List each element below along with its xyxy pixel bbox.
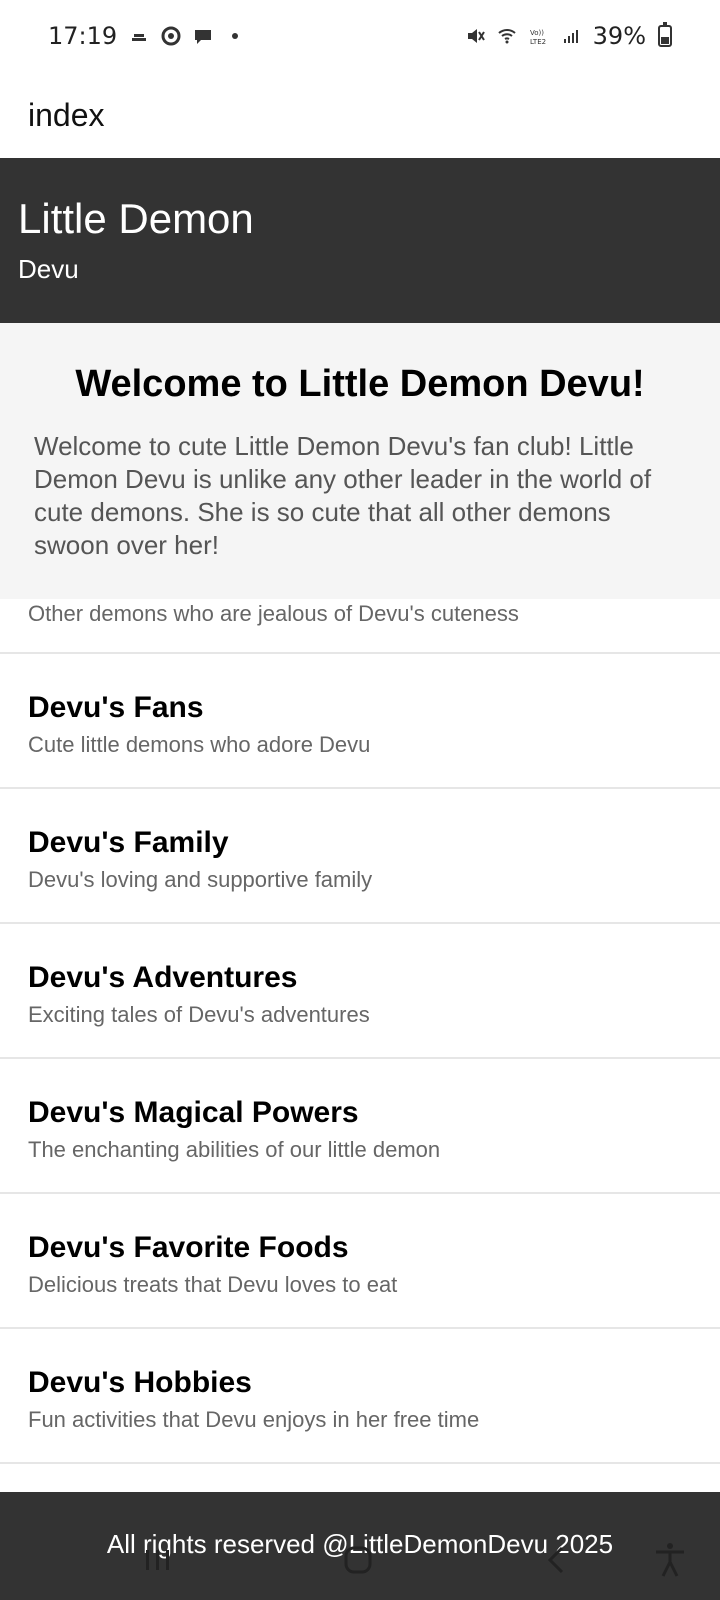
weather-icon [132, 34, 147, 41]
list-item-title: Devu's Family [28, 826, 229, 859]
signal-icon [563, 30, 578, 43]
list-item-title: Devu's Adventures [28, 961, 298, 994]
list-item-title: Devu's Favorite Foods [28, 1231, 349, 1264]
battery-icon [658, 22, 672, 47]
chat-icon [195, 30, 212, 44]
list-item-favorite-foods[interactable]: Devu's Favorite Foods Delicious treats t… [0, 1194, 720, 1329]
welcome-section: Welcome to Little Demon Devu! Welcome to… [0, 323, 720, 599]
battery-percent: 39% [592, 22, 646, 50]
volte-icon: Vo))LTE2 [530, 29, 546, 46]
welcome-title: Welcome to Little Demon Devu! [75, 363, 645, 405]
status-right: Vo)) LTE2 39% [465, 22, 672, 50]
back-icon[interactable] [538, 1540, 578, 1580]
site-header: Little Demon Devu [0, 158, 720, 323]
status-left: 17:19 [48, 22, 245, 50]
list-item-adventures[interactable]: Devu's Adventures Exciting tales of Devu… [0, 924, 720, 1059]
dot-icon [232, 33, 239, 39]
list-item-desc: Other demons who are jealous of Devu's c… [28, 601, 519, 626]
site-subtitle: Devu [18, 254, 79, 284]
list-item-desc: The enchanting abilities of our little d… [28, 1137, 441, 1162]
list-item-desc: Delicious treats that Devu loves to eat [28, 1272, 398, 1297]
category-list: Other demons who are jealous of Devu's c… [0, 599, 720, 1464]
list-item-partial[interactable]: Other demons who are jealous of Devu's c… [0, 599, 720, 654]
list-item-fans[interactable]: Devu's Fans Cute little demons who adore… [0, 654, 720, 789]
list-item-desc: Fun activities that Devu enjoys in her f… [28, 1407, 480, 1432]
welcome-text: Welcome to cute Little Demon Devu's fan … [34, 431, 652, 560]
chrome-icon [161, 26, 181, 46]
list-item-title: Devu's Fans [28, 691, 204, 724]
list-item-desc: Cute little demons who adore Devu [28, 732, 371, 757]
site-title: Little Demon [18, 195, 254, 242]
list-item-title: Devu's Hobbies [28, 1366, 252, 1399]
list-item-magical-powers[interactable]: Devu's Magical Powers The enchanting abi… [0, 1059, 720, 1194]
list-item-desc: Devu's loving and supportive family [28, 867, 373, 892]
recents-icon[interactable] [138, 1540, 178, 1580]
svg-text:LTE2: LTE2 [530, 38, 546, 46]
list-item-desc: Exciting tales of Devu's adventures [28, 1002, 370, 1027]
app-bar: index [0, 72, 720, 158]
mute-icon [467, 29, 485, 43]
list-item-title: Devu's Magical Powers [28, 1096, 359, 1129]
home-icon[interactable] [338, 1540, 378, 1580]
accessibility-icon[interactable] [650, 1540, 690, 1580]
status-time: 17:19 [48, 22, 118, 50]
list-item-hobbies[interactable]: Devu's Hobbies Fun activities that Devu … [0, 1329, 720, 1464]
app-bar-title: index [28, 96, 105, 133]
wifi-icon [497, 29, 516, 44]
list-item-family[interactable]: Devu's Family Devu's loving and supporti… [0, 789, 720, 924]
svg-text:Vo)): Vo)) [530, 29, 544, 37]
status-bar: 17:19 Vo)) LTE2 39% [0, 0, 720, 72]
